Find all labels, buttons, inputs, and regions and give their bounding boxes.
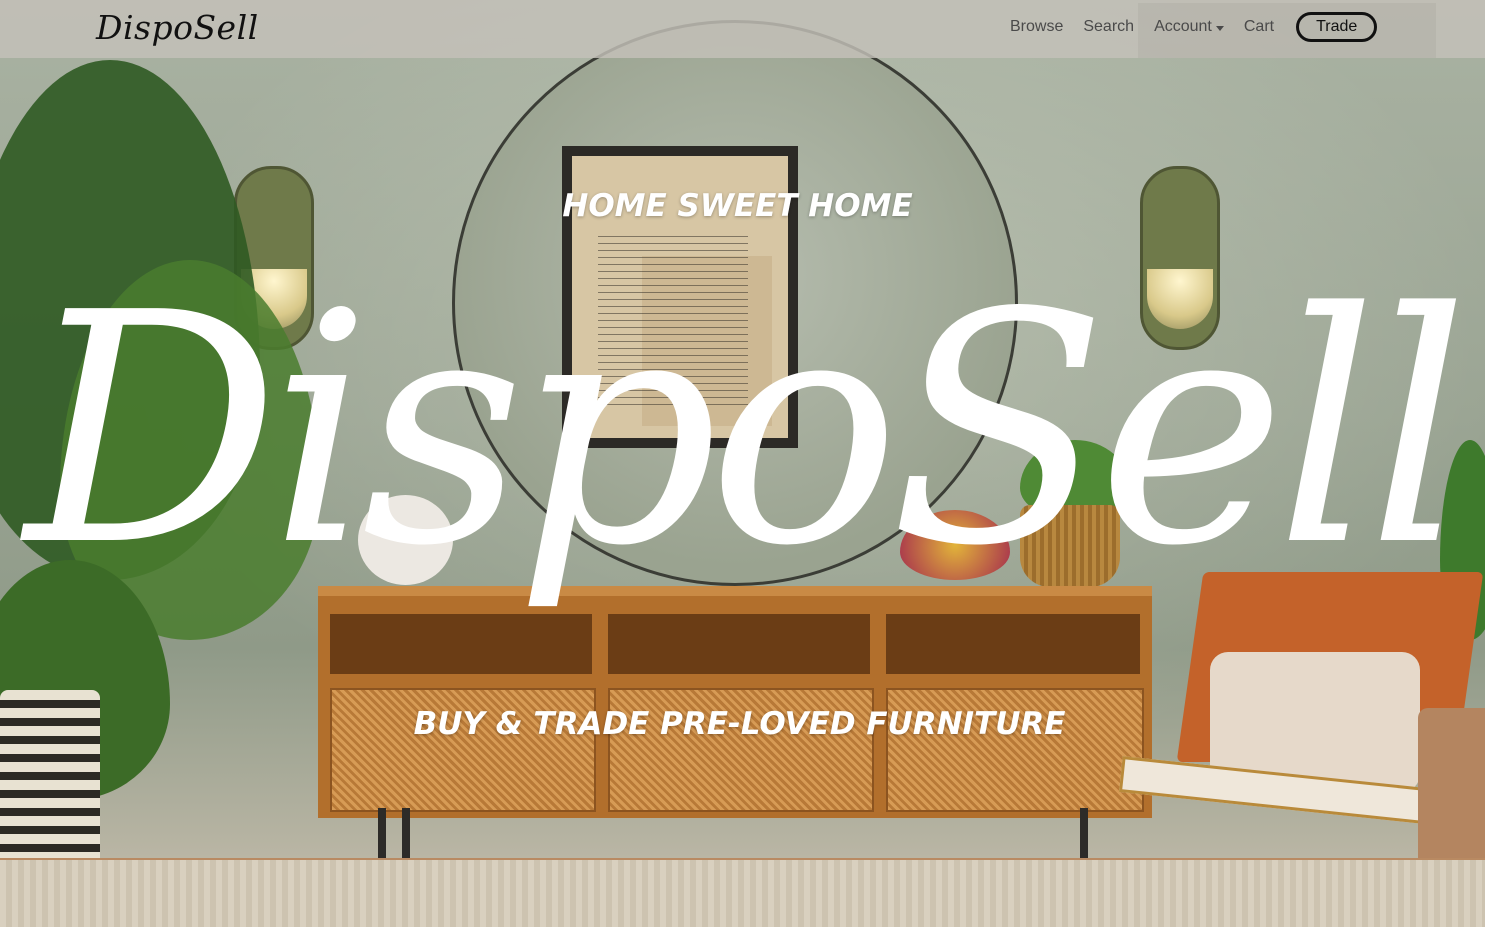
trade-button[interactable]: Trade <box>1296 12 1378 42</box>
console-leg <box>378 808 386 864</box>
hero-subtitle: BUY & TRADE PRE-LOVED FURNITURE <box>413 706 1066 742</box>
console-leg <box>402 808 410 864</box>
hero-big-logo: DispoSell <box>24 245 1469 615</box>
console-shelf <box>608 614 870 674</box>
nav-account-label: Account <box>1154 18 1212 35</box>
hero-kicker: HOME SWEET HOME <box>562 188 913 224</box>
brand-logo[interactable]: DispoSell <box>96 4 259 52</box>
caret-down-icon <box>1215 25 1224 31</box>
nav-account-dropdown[interactable]: Account <box>1154 18 1224 36</box>
nav-search[interactable]: Search <box>1083 18 1134 36</box>
top-navbar: DispoSell Browse Search Account Cart Tra… <box>0 0 1485 58</box>
wooden-console <box>318 586 1152 818</box>
nav-links: Browse Search Account Cart Trade <box>1010 12 1378 42</box>
nav-browse[interactable]: Browse <box>1010 18 1063 36</box>
console-shelf <box>330 614 592 674</box>
rug <box>0 860 1485 927</box>
console-leg <box>1080 808 1088 864</box>
nav-cart[interactable]: Cart <box>1244 18 1274 36</box>
